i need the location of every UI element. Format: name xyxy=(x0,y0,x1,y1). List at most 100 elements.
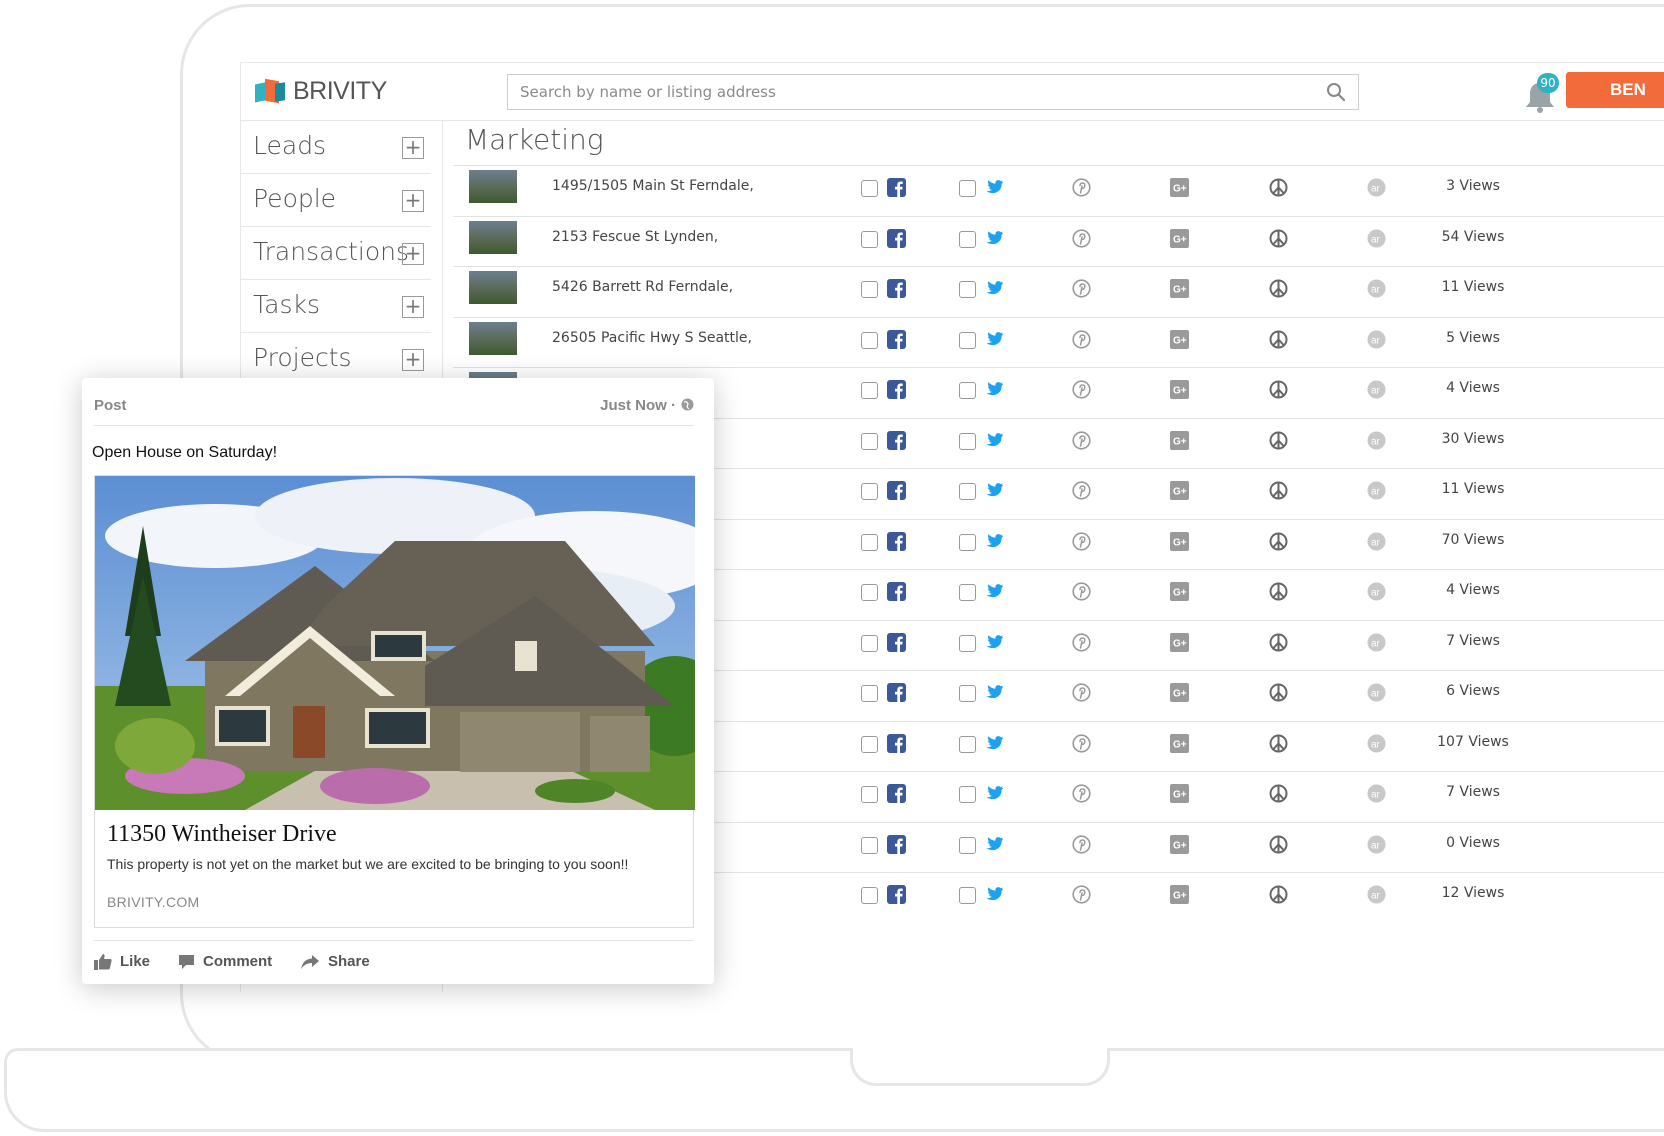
ar-icon: ar xyxy=(1367,229,1386,247)
listing-address[interactable]: 26505 Pacific Hwy S Seattle, xyxy=(552,330,752,346)
facebook-checkbox[interactable] xyxy=(861,685,878,702)
search-icon[interactable] xyxy=(1326,82,1346,102)
svg-text:ar: ar xyxy=(1371,638,1381,649)
listing-views: 4 Views xyxy=(1446,582,1500,598)
search-box[interactable] xyxy=(507,74,1359,110)
twitter-checkbox[interactable] xyxy=(959,634,976,652)
listing-thumbnail[interactable] xyxy=(469,220,517,254)
add-transaction-button[interactable]: + xyxy=(402,243,424,265)
link-title[interactable]: 11350 Wintheiser Drive xyxy=(107,821,337,848)
facebook-checkbox[interactable] xyxy=(861,836,878,854)
twitter-checkbox[interactable] xyxy=(959,685,976,702)
ar-icon: ar xyxy=(1367,835,1386,853)
listing-address[interactable]: 1495/1505 Main St Ferndale, xyxy=(552,178,754,194)
facebook-checkbox[interactable] xyxy=(861,180,878,197)
twitter-icon xyxy=(986,483,1004,497)
twitter-checkbox[interactable] xyxy=(959,584,976,601)
svg-text:G+: G+ xyxy=(1173,638,1187,649)
listing-address[interactable]: 2153 Fescue St Lynden, xyxy=(552,229,718,245)
twitter-checkbox[interactable] xyxy=(959,735,976,753)
facebook-checkbox[interactable] xyxy=(861,533,878,551)
svg-text:G+: G+ xyxy=(1173,184,1187,195)
like-button[interactable]: Like xyxy=(94,953,150,970)
twitter-checkbox[interactable] xyxy=(959,533,976,551)
twitter-checkbox[interactable] xyxy=(959,382,976,399)
peace-icon xyxy=(1269,229,1288,247)
sidebar-item-leads[interactable]: Leads + xyxy=(241,121,431,174)
twitter-checkbox[interactable] xyxy=(959,483,976,500)
listing-row[interactable]: 26505 Pacific Hwy S Seattle, G+ ar 5 Views xyxy=(453,316,1664,368)
facebook-checkbox[interactable] xyxy=(861,382,878,399)
peace-icon xyxy=(1269,481,1288,500)
sidebar-item-label: Leads xyxy=(253,131,327,160)
facebook-checkbox[interactable] xyxy=(861,634,878,652)
brivity-logo[interactable]: BRIVITY xyxy=(255,77,387,106)
facebook-checkbox[interactable] xyxy=(861,483,878,500)
facebook-checkbox[interactable] xyxy=(861,432,878,450)
sidebar-item-label: Transactions xyxy=(253,237,410,266)
peace-icon xyxy=(1269,330,1288,348)
twitter-checkbox[interactable] xyxy=(959,432,976,450)
twitter-icon xyxy=(986,584,1004,598)
listing-address[interactable]: 5426 Barrett Rd Ferndale, xyxy=(552,279,733,295)
listing-views: 54 Views xyxy=(1441,228,1505,245)
twitter-checkbox[interactable] xyxy=(959,180,976,197)
twitter-checkbox[interactable] xyxy=(959,836,976,854)
sidebar-item-tasks[interactable]: Tasks + xyxy=(241,280,431,333)
twitter-checkbox[interactable] xyxy=(959,281,976,298)
comment-button[interactable]: Comment xyxy=(178,953,272,970)
listing-row[interactable]: 5426 Barrett Rd Ferndale, G+ ar 11 Views xyxy=(453,266,1664,317)
facebook-checkbox[interactable] xyxy=(861,230,878,248)
twitter-icon xyxy=(986,735,1004,749)
listing-views: 3 Views xyxy=(1446,178,1500,194)
svg-text:ar: ar xyxy=(1371,386,1381,397)
user-menu-button[interactable]: BEN xyxy=(1566,72,1664,108)
add-task-button[interactable]: + xyxy=(402,296,424,318)
twitter-checkbox[interactable] xyxy=(959,887,976,904)
pinterest-icon xyxy=(1072,380,1091,399)
svg-text:ar: ar xyxy=(1371,689,1381,700)
laptop-notch xyxy=(850,1048,1110,1086)
facebook-checkbox[interactable] xyxy=(861,331,878,349)
listing-row[interactable]: 1495/1505 Main St Ferndale, G+ ar 3 Views xyxy=(453,165,1664,216)
twitter-icon xyxy=(986,786,1004,800)
facebook-checkbox[interactable] xyxy=(861,735,878,753)
add-project-button[interactable]: + xyxy=(402,349,424,371)
sidebar-item-transactions[interactable]: Transactions + xyxy=(241,227,431,280)
google-plus-icon: G+ xyxy=(1170,329,1189,349)
facebook-checkbox[interactable] xyxy=(861,786,878,803)
svg-text:G+: G+ xyxy=(1173,386,1187,397)
ar-icon: ar xyxy=(1367,582,1386,601)
facebook-checkbox[interactable] xyxy=(861,281,878,298)
post-label: Post xyxy=(94,397,127,414)
add-person-button[interactable]: + xyxy=(402,190,424,212)
svg-text:ar: ar xyxy=(1371,739,1381,750)
post-timestamp: Just Now · xyxy=(600,397,676,414)
facebook-checkbox[interactable] xyxy=(861,584,878,601)
link-preview[interactable]: 11350 Wintheiser Drive This property is … xyxy=(94,475,695,928)
add-lead-button[interactable]: + xyxy=(402,137,424,159)
facebook-checkbox[interactable] xyxy=(861,887,878,904)
twitter-checkbox[interactable] xyxy=(959,331,976,349)
listing-thumbnail[interactable] xyxy=(469,271,517,304)
listing-thumbnail[interactable] xyxy=(469,321,517,355)
twitter-icon xyxy=(986,432,1004,446)
listing-row[interactable]: 2153 Fescue St Lynden, G+ ar 54 Views xyxy=(453,215,1664,267)
listing-views: 11 Views xyxy=(1441,481,1505,497)
facebook-icon xyxy=(887,885,906,904)
search-input[interactable] xyxy=(508,75,1308,109)
share-button[interactable]: Share xyxy=(300,953,370,970)
listing-views: 70 Views xyxy=(1441,531,1505,548)
facebook-icon xyxy=(887,582,906,601)
twitter-icon xyxy=(986,382,1004,396)
pinterest-icon xyxy=(1072,481,1091,500)
listing-thumbnail[interactable] xyxy=(469,170,517,203)
google-plus-icon: G+ xyxy=(1170,683,1189,702)
sidebar-item-label: People xyxy=(253,184,337,213)
twitter-checkbox[interactable] xyxy=(959,786,976,803)
svg-text:ar: ar xyxy=(1371,285,1381,296)
sidebar-item-people[interactable]: People + xyxy=(241,174,431,227)
twitter-checkbox[interactable] xyxy=(959,230,976,248)
peace-icon xyxy=(1269,835,1288,853)
svg-text:G+: G+ xyxy=(1173,335,1187,346)
